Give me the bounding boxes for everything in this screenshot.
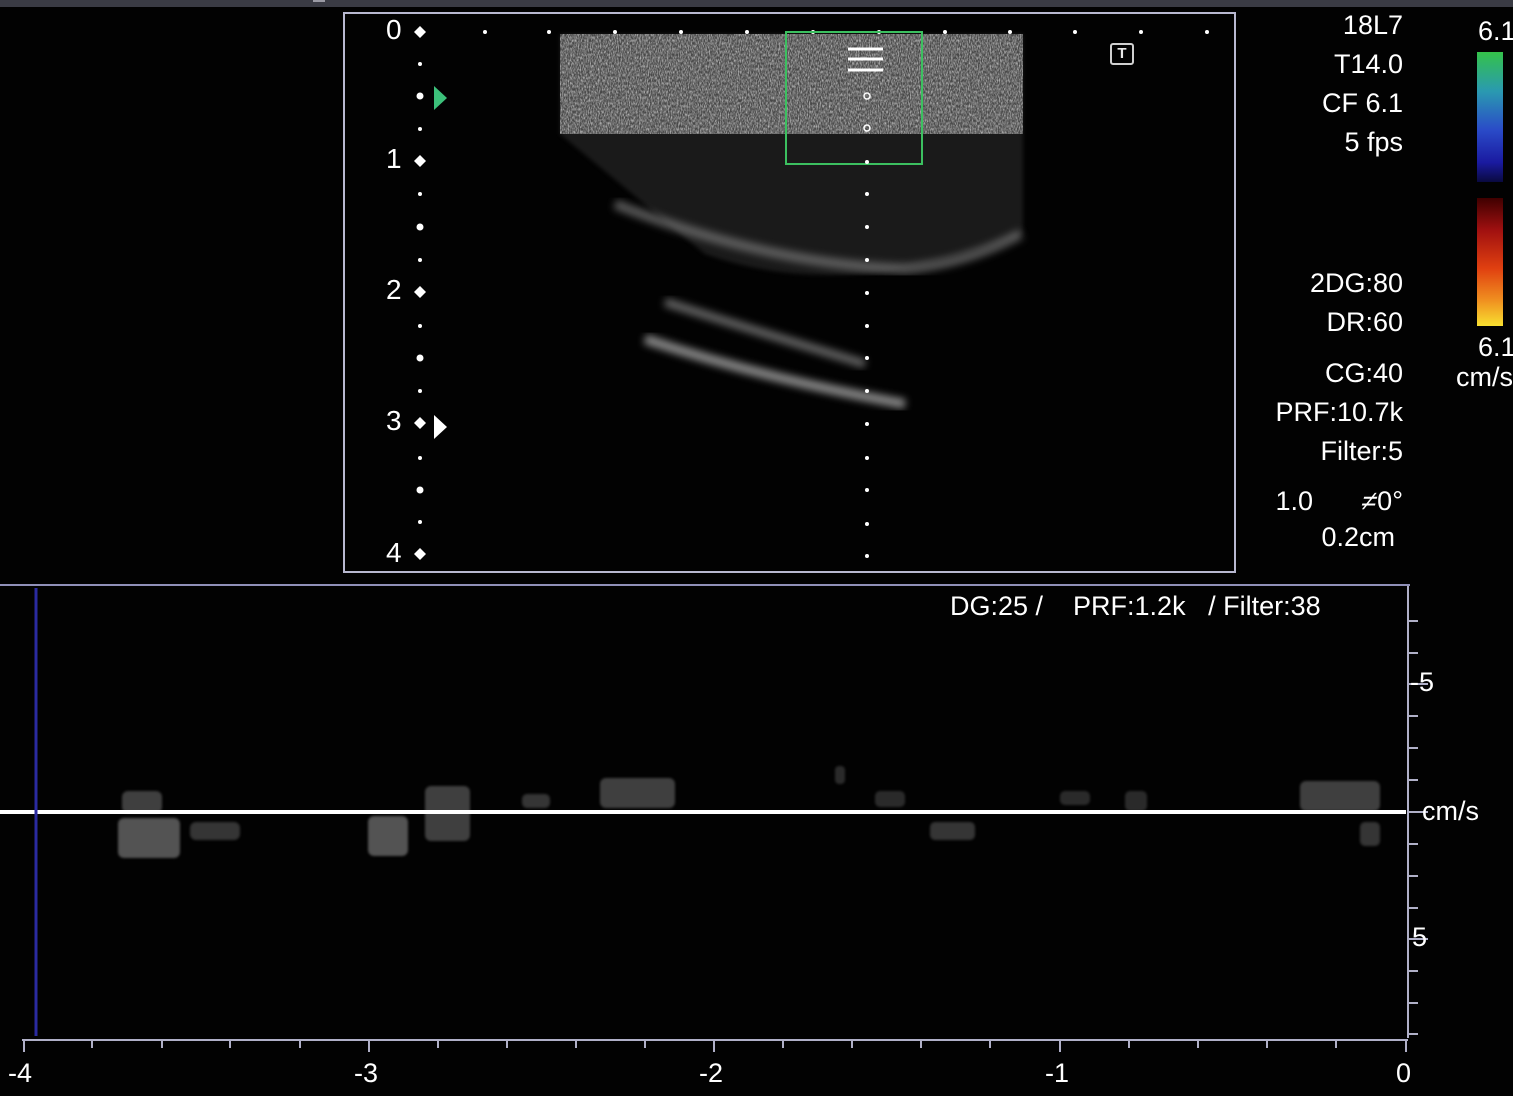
depth-label-0: 0 [386,14,402,45]
bmode-image [414,26,1209,560]
filter-value: Filter:5 [1320,436,1403,466]
velocity-label-upper: -5 [1410,667,1435,697]
time-label-minus2: -2 [699,1058,724,1088]
angle-value-text: 0° [1377,486,1403,516]
time-label-minus1: -1 [1045,1058,1070,1088]
color-scale-bar-top [1477,52,1503,182]
depth-ruler [414,26,426,560]
time-label-minus3: -3 [354,1058,379,1088]
gain-2d: 2DG:80 [1309,268,1403,298]
velocity-label-lower: 5 [1412,922,1428,952]
depth-label-1: 1 [386,143,402,174]
t-marker-icon[interactable]: T [1110,43,1134,65]
time-label-minus4: -4 [8,1058,33,1088]
time-label-0: 0 [1396,1058,1412,1088]
spectral-doppler-display[interactable] [0,586,1513,1096]
dynamic-range: DR:60 [1326,307,1403,337]
bmode-image-frame[interactable] [343,12,1236,573]
depth-label-2: 2 [386,274,402,305]
focus-marker-green[interactable] [434,86,447,110]
gate-size: 0.2cm [1321,522,1395,552]
velocity-unit-label: cm/s [1422,796,1479,826]
frame-rate: 5 fps [1344,127,1403,157]
prf-value: PRF:10.7k [1275,397,1403,427]
probe-name: 18L7 [1342,10,1403,40]
color-scale-top-value: 6.1 [1478,16,1513,46]
depth-label-4: 4 [386,537,402,568]
color-scale-unit: cm/s [1456,362,1513,392]
color-scale-bottom-value: 6.1 [1478,332,1513,362]
color-scale-bar-bottom [1477,198,1503,326]
cf-value: CF 6.1 [1321,88,1403,118]
sample-value: 1.0 [1275,486,1313,516]
depth-label-3: 3 [386,405,402,436]
mode-value: T14.0 [1333,49,1403,79]
angle-value: ≠0° [1358,486,1403,517]
top-border [0,0,1513,7]
focus-marker-white[interactable] [434,415,447,439]
time-axis-ticks [23,1040,1407,1052]
color-gain: CG:40 [1324,358,1403,388]
